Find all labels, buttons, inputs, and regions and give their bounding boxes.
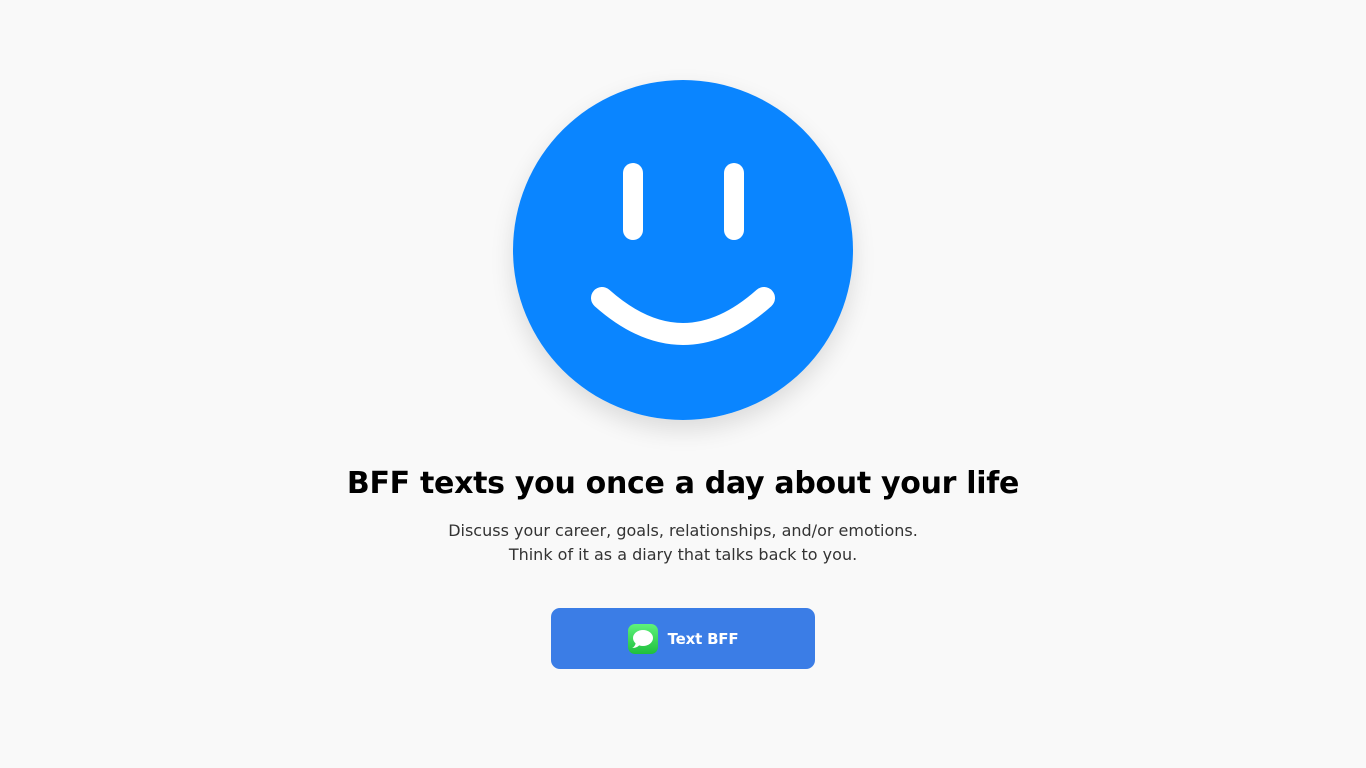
- text-bff-button[interactable]: Text BFF: [551, 608, 815, 669]
- page-title: BFF texts you once a day about your life: [346, 466, 1020, 501]
- tagline-line-1: Discuss your career, goals, relationship…: [448, 521, 918, 540]
- tagline-line-2: Think of it as a diary that talks back t…: [508, 545, 858, 564]
- messages-app-icon: [627, 623, 658, 654]
- tagline: Discuss your career, goals, relationship…: [0, 519, 1366, 567]
- text-bff-button-label: Text BFF: [667, 629, 739, 648]
- smiley-face-icon: [513, 80, 853, 420]
